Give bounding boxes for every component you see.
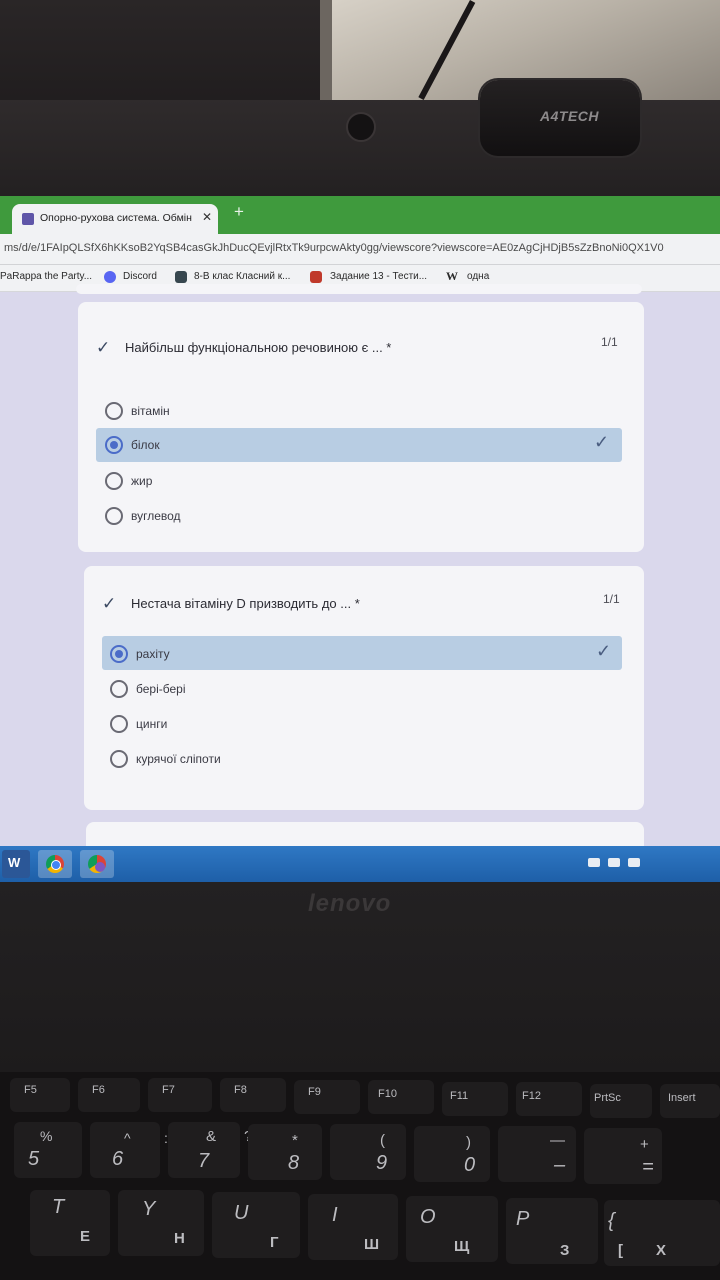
tab-title: Опорно-рухова система. Обмін <box>40 212 192 224</box>
key-p[interactable]: P З <box>506 1198 598 1264</box>
radio-button[interactable] <box>110 680 128 698</box>
option-row[interactable]: цинги <box>102 706 622 740</box>
key-f11[interactable]: F11 <box>442 1082 508 1116</box>
keyboard: F5 F6 F7 F8 F9 F10 F11 F12 PrtSc Insert … <box>0 1072 720 1280</box>
radio-button[interactable] <box>110 750 128 768</box>
discord-icon <box>104 271 116 283</box>
key-f6[interactable]: F6 <box>78 1078 140 1112</box>
webcam-brand: A4TECH <box>540 108 600 124</box>
key-f9[interactable]: F9 <box>294 1080 360 1114</box>
bookmark-class[interactable]: 8-В клас Класний к... <box>194 271 290 282</box>
option-label: бері-бері <box>136 682 186 696</box>
radio-button-selected[interactable] <box>105 436 123 454</box>
bookmark-parappa[interactable]: PaRappa the Party... <box>0 271 92 282</box>
key-f12[interactable]: F12 <box>516 1082 582 1116</box>
option-row[interactable]: курячої сліпоти <box>102 741 622 775</box>
tray-network-icon[interactable] <box>588 858 600 867</box>
bookmark-discord[interactable]: Discord <box>123 271 157 282</box>
tray-battery-icon[interactable] <box>608 858 620 867</box>
key-f8[interactable]: F8 <box>220 1078 286 1112</box>
word-icon[interactable]: W <box>2 850 30 878</box>
correct-answer-check-icon: ✓ <box>594 432 610 452</box>
classroom-icon <box>175 271 187 283</box>
key-insert[interactable]: Insert <box>660 1084 720 1118</box>
question-card: ✓ Найбільш функціональною речовиною є ..… <box>78 302 644 552</box>
browser-tab[interactable]: Опорно-рухова система. Обмін ✕ <box>12 204 218 234</box>
key-5[interactable]: % 5 <box>14 1122 82 1178</box>
chrome-icon[interactable] <box>38 850 72 878</box>
radio-button-selected[interactable] <box>110 645 128 663</box>
close-icon[interactable]: ✕ <box>202 210 212 224</box>
key-f5[interactable]: F5 <box>10 1078 70 1112</box>
question-score: 1/1 <box>601 335 618 349</box>
key-6[interactable]: ^ : 6 <box>90 1122 168 1178</box>
key-t[interactable]: T Е <box>30 1190 110 1256</box>
option-label: цинги <box>136 717 168 731</box>
option-label: вітамін <box>131 404 170 418</box>
option-row[interactable]: жир <box>96 464 622 498</box>
key-7[interactable]: & ? 7 <box>168 1122 252 1178</box>
built-in-camera <box>346 112 376 142</box>
bookmark-odna[interactable]: одна <box>467 271 489 282</box>
option-row-selected[interactable]: рахіту ✓ <box>102 636 622 670</box>
key-f7[interactable]: F7 <box>148 1078 212 1112</box>
question-title: Найбільш функціональною речовиною є ... … <box>125 340 392 355</box>
taskbar: W <box>0 846 720 882</box>
option-row[interactable]: вуглевод <box>96 499 622 533</box>
option-row[interactable]: вітамін <box>96 394 622 428</box>
key-u[interactable]: U Г <box>212 1192 300 1258</box>
correct-check-icon: ✓ <box>102 594 117 613</box>
key-minus[interactable]: — – <box>498 1126 576 1182</box>
option-label: рахіту <box>136 647 170 661</box>
question-title: Нестача вітаміну D призводить до ... * <box>131 596 360 611</box>
key-o[interactable]: O Щ <box>406 1196 498 1262</box>
form-page: ✓ Найбільш функціональною речовиною є ..… <box>0 284 720 882</box>
option-label: білок <box>131 438 160 452</box>
test-site-icon <box>310 271 322 283</box>
chrome-profile-icon[interactable] <box>80 850 114 878</box>
question-card: ✓ Нестача вітаміну D призводить до ... *… <box>84 566 644 810</box>
option-label: курячої сліпоти <box>136 752 221 766</box>
key-i[interactable]: I Ш <box>308 1194 398 1260</box>
option-row[interactable]: бері-бері <box>102 671 622 705</box>
radio-button[interactable] <box>105 472 123 490</box>
key-8[interactable]: * 8 <box>248 1124 322 1180</box>
key-equals[interactable]: + = <box>584 1128 662 1184</box>
radio-button[interactable] <box>105 507 123 525</box>
radio-button[interactable] <box>105 402 123 420</box>
correct-check-icon: ✓ <box>96 338 111 357</box>
url-text[interactable]: ms/d/e/1FAIpQLSfX6hKKsoB2YqSB4casGkJhDuc… <box>4 242 664 254</box>
forms-icon <box>22 213 34 225</box>
key-0[interactable]: ) 0 <box>414 1126 490 1182</box>
option-row-selected[interactable]: білок ✓ <box>96 428 622 462</box>
address-bar[interactable]: ms/d/e/1FAIpQLSfX6hKKsoB2YqSB4casGkJhDuc… <box>0 234 720 265</box>
correct-answer-check-icon: ✓ <box>596 641 612 661</box>
room-background: A4TECH <box>0 0 720 200</box>
key-y[interactable]: Y Н <box>118 1190 204 1256</box>
bookmark-zadanie[interactable]: Задание 13 - Тести... <box>330 271 427 282</box>
screen: Опорно-рухова система. Обмін ✕ + ms/d/e/… <box>0 196 720 882</box>
wikipedia-icon: W <box>446 269 458 283</box>
key-prtsc[interactable]: PrtSc <box>590 1084 652 1118</box>
key-f10[interactable]: F10 <box>368 1080 434 1114</box>
option-label: вуглевод <box>131 509 181 523</box>
tab-bar: Опорно-рухова система. Обмін ✕ + <box>0 196 720 234</box>
radio-button[interactable] <box>110 715 128 733</box>
tray-volume-icon[interactable] <box>628 858 640 867</box>
key-9[interactable]: ( 9 <box>330 1124 406 1180</box>
option-label: жир <box>131 474 153 488</box>
question-score: 1/1 <box>603 592 620 606</box>
new-tab-button[interactable]: + <box>234 202 244 222</box>
laptop-brand-logo: lenovo <box>308 890 392 917</box>
key-bracket[interactable]: { [ Х <box>604 1200 720 1266</box>
previous-card-edge <box>76 284 642 294</box>
